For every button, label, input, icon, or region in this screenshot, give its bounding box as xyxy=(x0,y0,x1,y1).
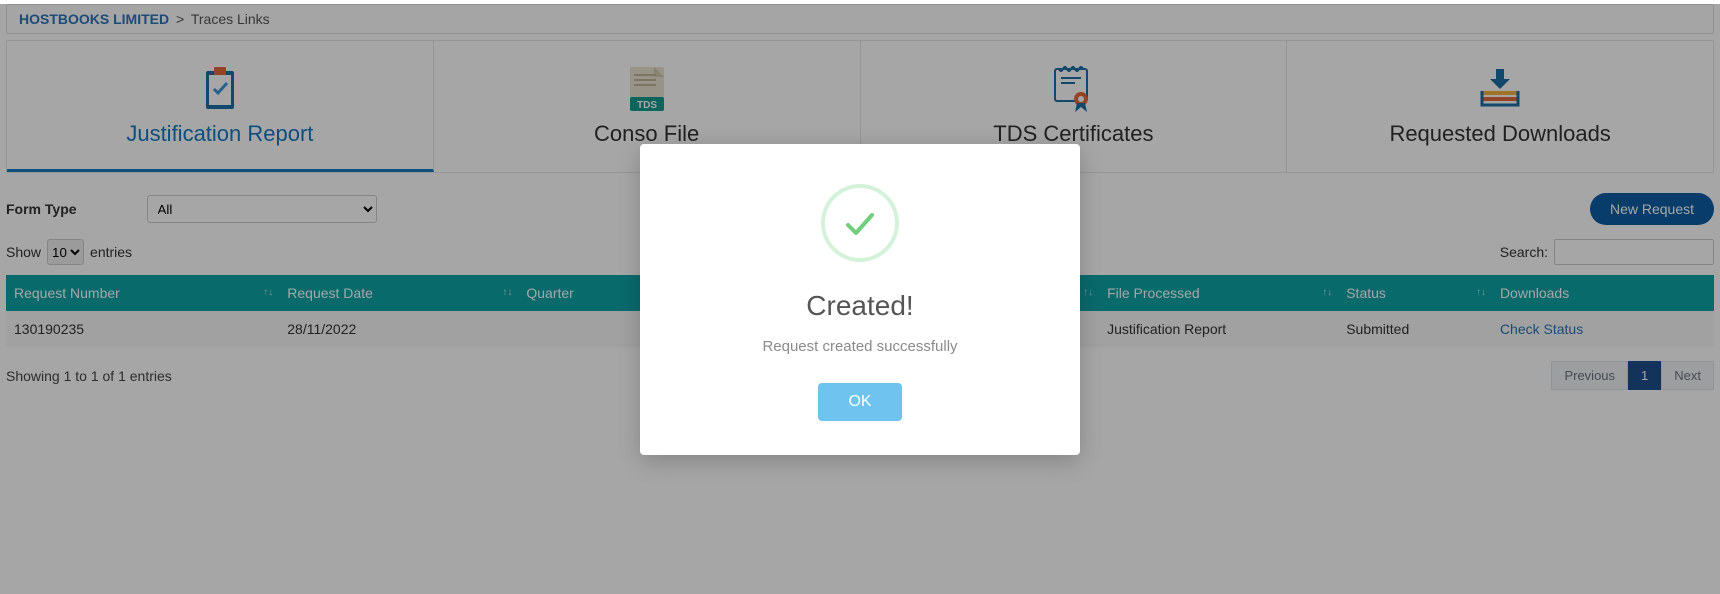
check-circle-icon xyxy=(821,184,899,262)
success-modal: Created! Request created successfully OK xyxy=(640,144,1080,455)
modal-overlay[interactable]: Created! Request created successfully OK xyxy=(0,4,1720,594)
modal-ok-button[interactable]: OK xyxy=(818,383,901,421)
modal-title: Created! xyxy=(660,290,1060,322)
modal-message: Request created successfully xyxy=(660,338,1060,355)
